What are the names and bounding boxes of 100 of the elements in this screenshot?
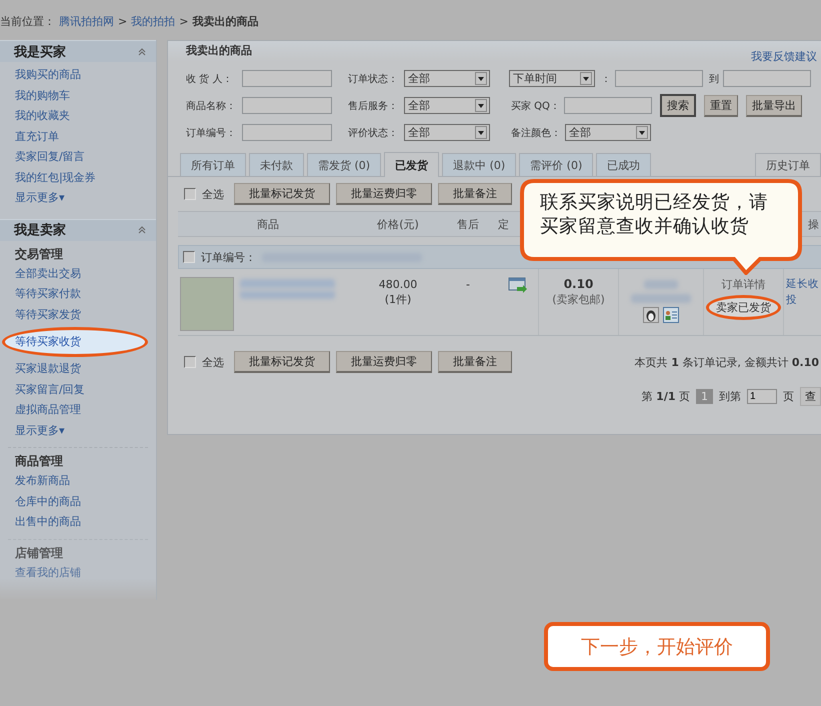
collapse-icon[interactable] bbox=[138, 226, 146, 234]
order-detail-link[interactable]: 订单详情 bbox=[722, 277, 766, 292]
sidebar-item[interactable]: 我的购物车 bbox=[0, 86, 156, 106]
location-label: 当前位置： bbox=[0, 14, 55, 29]
order-number-label: 订单编号： bbox=[201, 250, 256, 264]
goto-label: 到第 bbox=[719, 389, 741, 404]
order-tab[interactable]: 需发货 (0) bbox=[307, 153, 382, 176]
column-header: 商品 bbox=[256, 216, 280, 232]
field-label: 到 bbox=[709, 72, 719, 86]
penguin-icon[interactable] bbox=[643, 307, 659, 323]
quantity-text: (1件) bbox=[384, 292, 412, 307]
next-step-button[interactable]: 下一步，开始评价 bbox=[544, 622, 770, 671]
text-field[interactable] bbox=[242, 97, 332, 114]
group-heading: 店铺管理 bbox=[14, 544, 64, 562]
order-tab[interactable]: 已发货 bbox=[384, 152, 440, 177]
breadcrumb-current: 我卖出的商品 bbox=[192, 14, 258, 29]
field-label: 收 货 人： bbox=[186, 72, 234, 86]
order-status-text: 卖家已发货 bbox=[706, 295, 781, 320]
text-field[interactable] bbox=[723, 70, 811, 87]
page-count-text: 第 1/1 页 bbox=[642, 389, 690, 404]
dropdown[interactable]: 全部 bbox=[404, 124, 490, 141]
batch-button[interactable]: 批量标记发货 bbox=[234, 351, 330, 373]
dropdown[interactable]: 下单时间 bbox=[509, 70, 595, 87]
filter-button[interactable]: 搜索 bbox=[660, 94, 696, 117]
feedback-link[interactable]: 我要反馈建议 bbox=[751, 49, 817, 64]
blurred-buyer-id bbox=[631, 294, 691, 303]
sidebar-item[interactable]: 买家留言/回复 bbox=[0, 380, 156, 400]
collapse-icon[interactable] bbox=[138, 48, 146, 56]
field-label: 商品名称： bbox=[186, 100, 237, 112]
sidebar-item[interactable]: 虚拟商品管理 bbox=[0, 400, 156, 420]
field-label: 订单状态： bbox=[348, 72, 399, 86]
dropdown[interactable]: 全部 bbox=[404, 97, 490, 114]
batch-button[interactable]: 批量备注 bbox=[438, 351, 512, 373]
field-label: 评价状态： bbox=[348, 126, 399, 140]
field-label: 订单编号： bbox=[186, 126, 237, 140]
order-tab[interactable]: 未付款 bbox=[249, 153, 304, 176]
sidebar-item[interactable]: 我的收藏夹 bbox=[0, 106, 156, 126]
shipping-fee-text: 0.10 bbox=[564, 277, 594, 291]
action-link[interactable]: 延长收 bbox=[786, 277, 821, 291]
select-all-label: 全选 bbox=[202, 354, 224, 370]
filter-button[interactable]: 批量导出 bbox=[746, 94, 802, 116]
breadcrumb-separator: > bbox=[179, 15, 188, 28]
breadcrumb-link[interactable]: 腾讯拍拍网 bbox=[59, 14, 114, 29]
order-tab[interactable]: 已成功 bbox=[596, 153, 652, 176]
text-field[interactable] bbox=[242, 70, 332, 87]
order-tab[interactable]: 所有订单 bbox=[180, 153, 246, 176]
sidebar-item[interactable]: 等待买家收货 bbox=[2, 327, 148, 357]
select-all-checkbox[interactable] bbox=[184, 356, 196, 368]
page-input[interactable]: 1 bbox=[747, 389, 777, 404]
sidebar-item[interactable]: 显示更多▾ bbox=[0, 188, 156, 208]
shipping-note-text: (卖家包邮) bbox=[552, 292, 605, 308]
section-title: 我是买家 bbox=[14, 44, 66, 60]
column-header: 操 bbox=[807, 216, 820, 232]
column-header: 价格(元) bbox=[376, 216, 420, 232]
view-button[interactable]: 查 bbox=[800, 387, 821, 406]
filter-button[interactable]: 重置 bbox=[704, 94, 738, 116]
page-suffix: 页 bbox=[783, 389, 794, 404]
page-summary-text: 本页共 1 条订单记录, 金额共计 0.10 bbox=[634, 354, 819, 370]
sidebar-item[interactable]: 仓库中的商品 bbox=[0, 492, 156, 512]
dropdown[interactable]: 全部 bbox=[404, 70, 490, 87]
sidebar-item[interactable]: 出售中的商品 bbox=[0, 512, 156, 532]
order-tab[interactable]: 退款中 (0) bbox=[442, 153, 516, 176]
batch-button[interactable]: 批量备注 bbox=[438, 183, 512, 205]
sidebar-item[interactable]: 卖家回复/留言 bbox=[0, 147, 156, 168]
after-sales-text: - bbox=[466, 277, 470, 292]
sidebar-item[interactable]: 我购买的商品 bbox=[0, 65, 156, 86]
sidebar-item[interactable]: 显示更多▾ bbox=[0, 420, 156, 441]
sidebar-item[interactable]: 等待买家付款 bbox=[0, 284, 156, 304]
text-field[interactable] bbox=[564, 97, 652, 114]
history-tab[interactable]: 历史订单 bbox=[755, 153, 821, 176]
order-checkbox[interactable] bbox=[183, 251, 195, 263]
field-label: ： bbox=[601, 72, 611, 86]
action-link[interactable]: 投 bbox=[786, 293, 821, 307]
batch-button[interactable]: 批量运费归零 bbox=[336, 351, 432, 373]
callout-text: 联系买家说明已经发货，请买家留意查收并确认收货 bbox=[540, 191, 769, 239]
sidebar-item[interactable]: 发布新商品 bbox=[0, 471, 156, 492]
sidebar-item[interactable]: 我的红包|现金券 bbox=[0, 168, 156, 188]
sidebar-item[interactable]: 全部卖出交易 bbox=[0, 264, 156, 284]
field-label: 备注颜色： bbox=[511, 126, 561, 140]
sidebar-item[interactable]: 等待买家发货 bbox=[0, 304, 156, 325]
blurred-buyer-name bbox=[644, 280, 678, 289]
page-number[interactable]: 1 bbox=[696, 389, 713, 404]
batch-button[interactable]: 批量运费归零 bbox=[336, 183, 432, 205]
field-label: 售后服务： bbox=[348, 100, 399, 112]
breadcrumb-link[interactable]: 我的拍拍 bbox=[131, 14, 176, 29]
dropdown[interactable]: 全部 bbox=[565, 124, 651, 141]
order-tab[interactable]: 需评价 (0) bbox=[519, 153, 594, 176]
select-all-label: 全选 bbox=[202, 186, 224, 202]
text-field[interactable] bbox=[615, 70, 703, 87]
sidebar-item[interactable]: 买家退款退货 bbox=[0, 359, 156, 380]
group-heading: 商品管理 bbox=[14, 453, 64, 470]
panel-title: 我卖出的商品 bbox=[186, 43, 252, 58]
text-field[interactable] bbox=[242, 124, 332, 141]
column-header: 定 bbox=[498, 216, 510, 232]
price-text: 480.00 bbox=[378, 277, 418, 292]
sidebar-item[interactable]: 直充订单 bbox=[0, 126, 156, 147]
breadcrumb-separator: > bbox=[118, 15, 128, 28]
select-all-checkbox[interactable] bbox=[184, 188, 196, 200]
batch-button[interactable]: 批量标记发货 bbox=[234, 183, 330, 205]
field-label: 买家 QQ： bbox=[511, 100, 560, 112]
